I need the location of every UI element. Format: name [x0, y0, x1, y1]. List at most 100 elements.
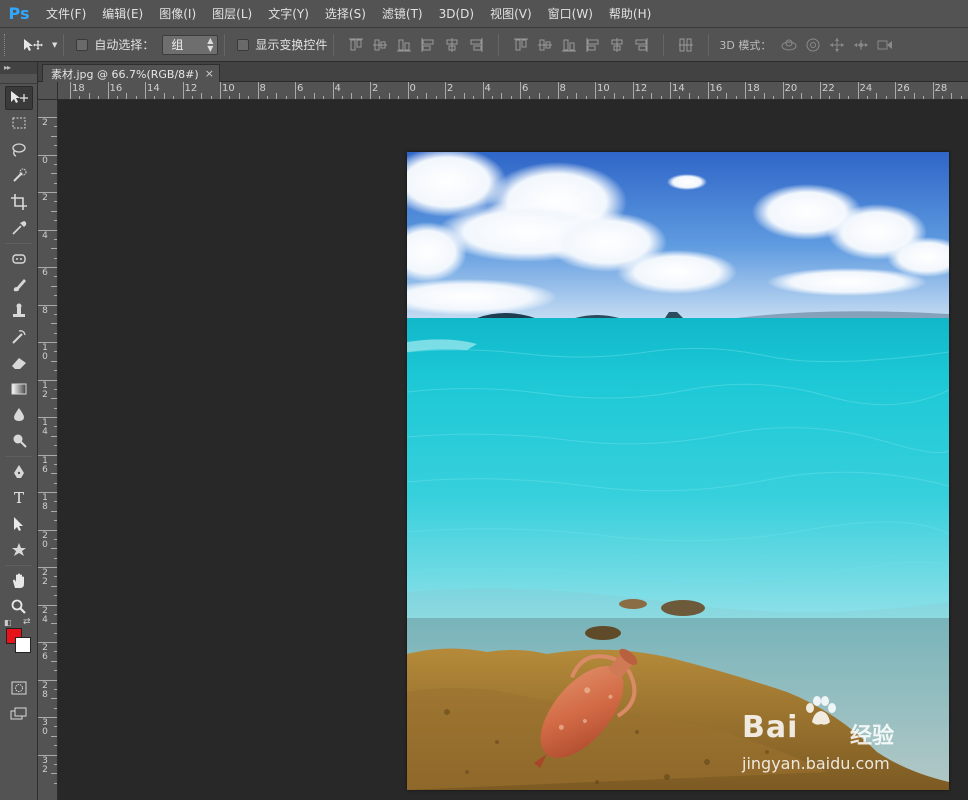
menu-item[interactable]: 选择(S) [317, 0, 374, 28]
type-tool-button[interactable]: T [5, 486, 33, 510]
toolbox-grip[interactable] [0, 74, 37, 84]
ruler-minor-tick [51, 398, 57, 400]
ruler-tick [520, 82, 521, 99]
default-colors-icon[interactable]: ◧ [4, 618, 12, 627]
ruler-label: 0 [409, 83, 416, 94]
watermark-url: jingyan.baidu.com [742, 754, 890, 773]
distribute-left-edges-icon[interactable] [583, 35, 603, 55]
ruler-label: 2 [42, 193, 48, 203]
align-bottom-edges-icon[interactable] [394, 35, 414, 55]
ruler-minor-tick [54, 482, 57, 484]
tool-preset-picker[interactable]: ▼ [22, 34, 57, 56]
3d-pan-icon[interactable] [825, 35, 849, 55]
watermark-jingyan: 经验 [850, 724, 895, 749]
ruler-minor-tick [866, 96, 868, 99]
eyedropper-tool-button[interactable] [5, 216, 33, 240]
ruler-minor-tick [426, 93, 428, 99]
ruler-label: 18 [747, 83, 760, 94]
vertical-ruler[interactable]: 2 0 2 4 6 8 1 0 1 2 1 4 1 6 1 8 2 0 2 2 2 4 2 6 2 8 3 0 3… [38, 100, 58, 800]
ruler-minor-tick [54, 126, 57, 128]
horizontal-ruler[interactable]: 18 16 14 12 10 8 6 4 2 0 2 4 6 8 10 12 14 16 18 20 22 24 26 28 [58, 82, 968, 100]
align-right-edges-icon[interactable] [466, 35, 486, 55]
distribute-horizontal-centers-icon[interactable] [607, 35, 627, 55]
distribute-bottom-edges-icon[interactable] [559, 35, 579, 55]
clone-stamp-tool-button[interactable] [5, 299, 33, 323]
ruler-minor-tick [510, 96, 512, 99]
eyedropper-tool-icon [10, 219, 28, 237]
ruler-origin[interactable] [38, 82, 58, 100]
ruler-minor-tick [210, 96, 212, 99]
pen-tool-button[interactable] [5, 460, 33, 484]
3d-slide-icon[interactable] [849, 35, 873, 55]
ruler-minor-tick [54, 463, 57, 465]
align-vertical-centers-icon[interactable] [370, 35, 390, 55]
distribute-top-edges-icon[interactable] [511, 35, 531, 55]
ruler-tick [857, 82, 859, 99]
brush-tool-button[interactable] [5, 273, 33, 297]
close-icon[interactable]: × [205, 67, 214, 80]
blur-tool-button[interactable] [5, 403, 33, 427]
menu-item[interactable]: 文件(F) [38, 0, 94, 28]
spot-healing-brush-tool-button[interactable] [5, 247, 33, 271]
distribute-vertical-centers-icon[interactable] [535, 35, 555, 55]
ruler-label: 14 [147, 83, 160, 94]
quick-selection-tool-button[interactable] [5, 164, 33, 188]
zoom-tool-button[interactable] [5, 595, 33, 619]
custom-shape-tool-button[interactable] [5, 538, 33, 562]
align-horizontal-centers-icon[interactable] [442, 35, 462, 55]
options-bar-grip[interactable] [4, 33, 10, 56]
swap-colors-icon[interactable]: ⇄ [23, 617, 31, 627]
history-brush-tool-button[interactable] [5, 325, 33, 349]
ruler-minor-tick [54, 557, 57, 559]
ruler-minor-tick [54, 388, 57, 390]
document-tab[interactable]: 素材.jpg @ 66.7%(RGB/8#) × [42, 64, 220, 82]
ruler-minor-tick [54, 651, 57, 653]
menu-item[interactable]: 视图(V) [482, 0, 540, 28]
menu-item[interactable]: 帮助(H) [601, 0, 659, 28]
lasso-tool-button[interactable] [5, 138, 33, 162]
ruler-minor-tick [960, 96, 962, 99]
menu-item[interactable]: 图像(I) [151, 0, 204, 28]
auto-select-checkbox[interactable]: 自动选择： [76, 36, 154, 53]
menu-item[interactable]: 图层(L) [204, 0, 260, 28]
ruler-tick [257, 82, 259, 99]
screen-mode-button[interactable] [5, 702, 33, 726]
show-transform-controls-checkbox[interactable]: 显示变换控件 [237, 36, 327, 53]
background-color-swatch[interactable] [15, 637, 31, 653]
eraser-tool-button[interactable] [5, 351, 33, 375]
toolbox-header[interactable]: ▸▸ [0, 62, 37, 74]
distribute-right-edges-icon[interactable] [631, 35, 651, 55]
separator [224, 33, 226, 56]
dodge-tool-button[interactable] [5, 429, 33, 453]
3d-roll-icon[interactable] [801, 35, 825, 55]
ruler-label: 2 8 [42, 680, 48, 700]
rectangular-marquee-tool-button[interactable] [5, 112, 33, 136]
menu-item[interactable]: 窗口(W) [540, 0, 601, 28]
checkbox-box[interactable] [237, 38, 250, 51]
gradient-tool-button[interactable] [5, 377, 33, 401]
menu-item[interactable]: 滤镜(T) [374, 0, 431, 28]
path-selection-tool-button[interactable] [5, 512, 33, 536]
ruler-minor-tick [54, 220, 57, 222]
menu-item[interactable]: 3D(D) [431, 0, 482, 28]
3d-scale-icon[interactable] [873, 35, 897, 55]
hand-tool-button[interactable] [5, 569, 33, 593]
menu-item[interactable]: 编辑(E) [94, 0, 151, 28]
auto-align-layers-icon[interactable] [676, 35, 696, 55]
menu-item[interactable]: 文字(Y) [260, 0, 317, 28]
align-top-edges-icon[interactable] [346, 35, 366, 55]
ruler-minor-tick [51, 135, 57, 137]
auto-select-target-dropdown[interactable]: 组 ▲ ▼ [162, 34, 219, 55]
collapse-panel-icon[interactable]: ▸▸ [4, 62, 11, 74]
chevron-down-icon: ▼ [52, 40, 58, 49]
ruler-tick [332, 82, 334, 99]
ruler-label: 2 4 [42, 605, 48, 625]
checkbox-box[interactable] [76, 38, 89, 51]
quick-mask-button[interactable] [5, 676, 33, 700]
align-left-edges-icon[interactable] [418, 35, 438, 55]
crop-tool-button[interactable] [5, 190, 33, 214]
ruler-minor-tick [229, 96, 231, 99]
ruler-tick [370, 82, 371, 99]
3d-orbit-icon[interactable] [777, 35, 801, 55]
move-tool-button[interactable] [5, 86, 33, 110]
